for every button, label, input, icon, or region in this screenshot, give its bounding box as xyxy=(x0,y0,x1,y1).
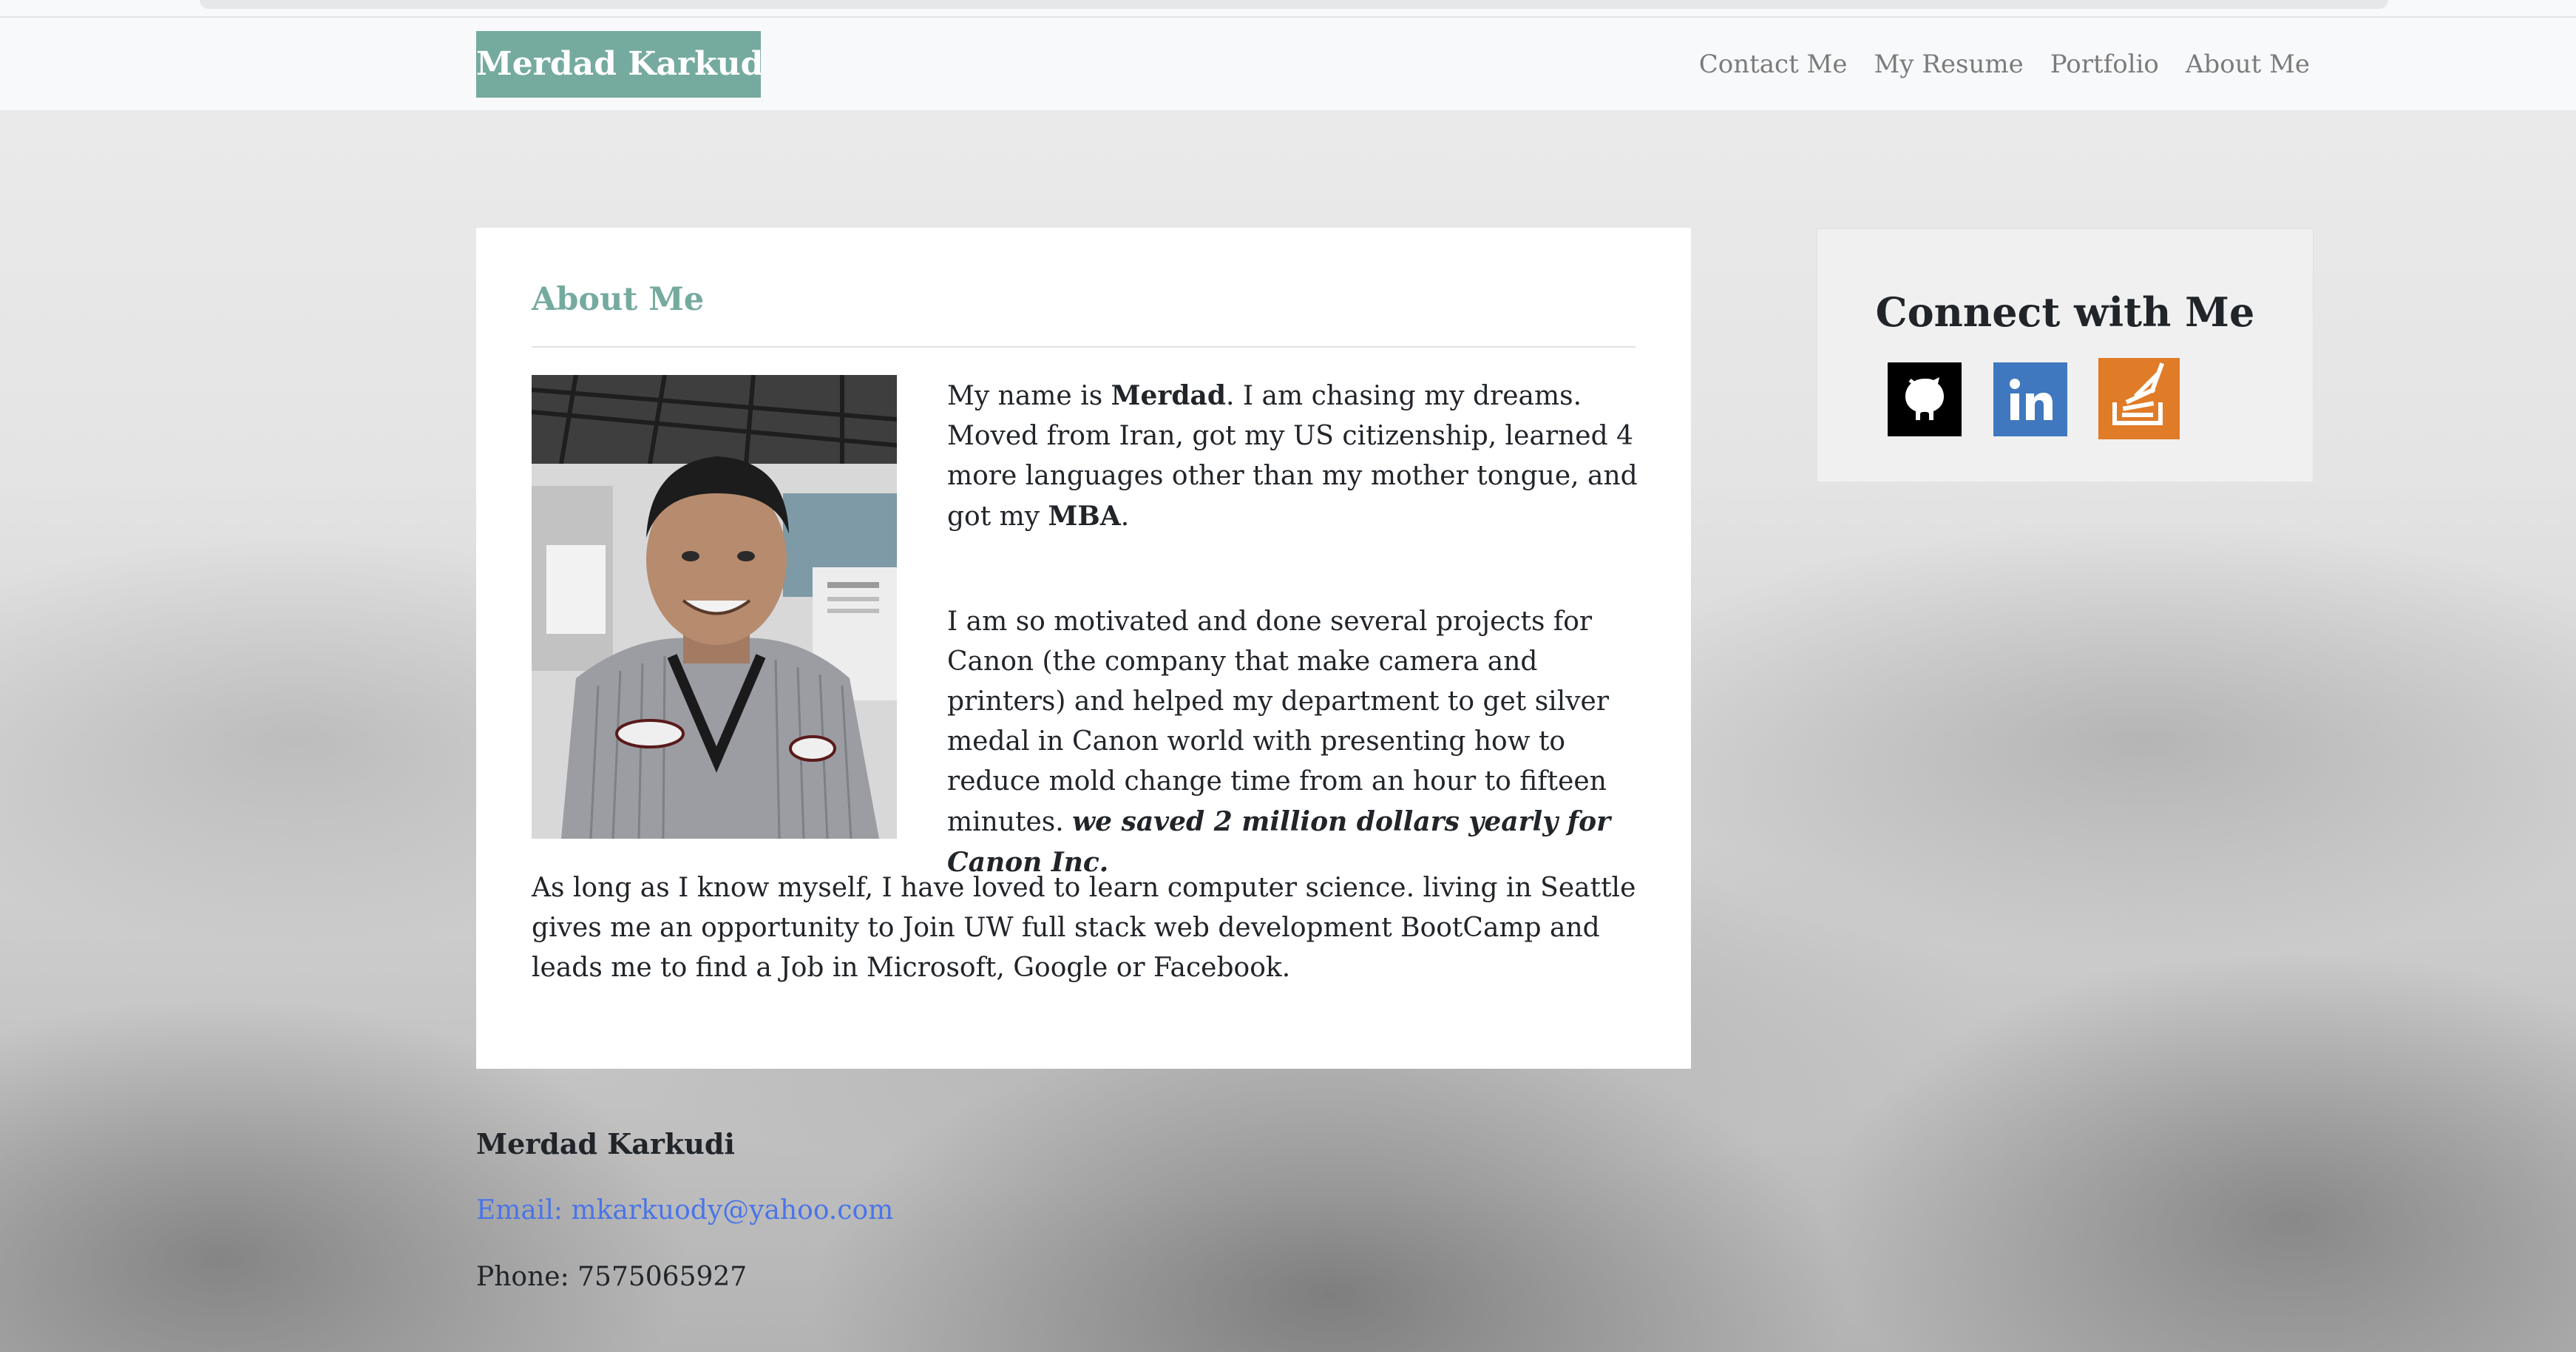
intro-mba-bold: MBA xyxy=(1048,501,1121,532)
nav-links: Contact Me My Resume Portfolio About Me xyxy=(1699,44,2310,84)
github-icon[interactable] xyxy=(1888,362,1962,436)
intro-name-bold: Merdad xyxy=(1111,380,1226,411)
about-card: About Me My name is Merdad. I am chasing… xyxy=(476,228,1691,1069)
title-divider xyxy=(532,346,1636,348)
connect-title: Connect with Me xyxy=(1875,288,2255,336)
stackoverflow-icon[interactable] xyxy=(2098,358,2180,439)
navbar: Merdad Karkudi Contact Me My Resume Port… xyxy=(0,18,2576,111)
address-bar-edge xyxy=(200,0,2388,9)
intro-paragraph: My name is Merdad. I am chasing my dream… xyxy=(947,376,1642,537)
linkedin-icon[interactable] xyxy=(1993,362,2067,436)
canon-text: I am so motivated and done several proje… xyxy=(947,606,1610,837)
brand-logo[interactable]: Merdad Karkudi xyxy=(476,31,761,98)
career-paragraph: As long as I know myself, I have loved t… xyxy=(532,873,1636,983)
profile-photo-illustration xyxy=(532,375,897,839)
footer-name: Merdad Karkudi xyxy=(476,1127,735,1160)
nav-link-contact-me[interactable]: Contact Me xyxy=(1699,44,1848,84)
canon-paragraph: I am so motivated and done several proje… xyxy=(947,602,1650,883)
intro-text-3: . xyxy=(1120,501,1130,532)
footer-phone: Phone: 7575065927 xyxy=(476,1262,748,1292)
footer-email-link[interactable]: Email: mkarkuody@yahoo.com xyxy=(476,1195,893,1226)
browser-top-strip xyxy=(0,0,2576,18)
nav-link-about-me[interactable]: About Me xyxy=(2186,44,2310,84)
nav-link-portfolio[interactable]: Portfolio xyxy=(2050,44,2159,84)
connect-card: Connect with Me xyxy=(1816,228,2314,483)
nav-link-my-resume[interactable]: My Resume xyxy=(1874,44,2023,84)
intro-text-1: My name is xyxy=(947,381,1111,411)
profile-photo xyxy=(532,375,897,839)
about-title: About Me xyxy=(532,281,705,318)
